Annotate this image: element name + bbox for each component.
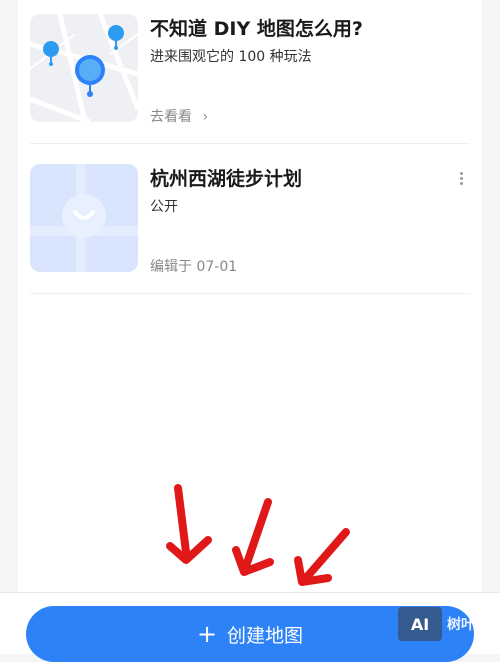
map-visibility: 公开: [150, 199, 178, 215]
guide-subtitle: 进来围观它的 100 种玩法: [150, 49, 312, 65]
guide-link-label: 去看看: [150, 109, 192, 125]
divider: [30, 293, 470, 294]
guide-map-thumbnail: [30, 14, 138, 122]
divider: [30, 143, 470, 144]
more-vertical-icon[interactable]: [454, 170, 468, 190]
walk-pin-icon: [43, 41, 59, 66]
map-title: 杭州西湖徒步计划: [150, 168, 303, 190]
plus-icon: +: [196, 620, 218, 648]
guide-link[interactable]: 去看看 ›: [150, 106, 208, 126]
map-thumbnail: [30, 164, 138, 272]
create-map-label: 创建地图: [227, 624, 304, 647]
watermark-text: 树叶云: [447, 617, 489, 633]
map-card[interactable]: 杭州西湖徒步计划 公开 编辑于 07-01: [30, 164, 476, 284]
guide-card[interactable]: 不知道 DIY 地图怎么用? 进来围观它的 100 种玩法 去看看 ›: [30, 14, 476, 134]
map-edited-date: 编辑于 07-01: [150, 259, 238, 275]
watermark: AI 树叶云: [398, 604, 498, 644]
chevron-right-icon: ›: [202, 109, 209, 125]
map-list-panel: 不知道 DIY 地图怎么用? 进来围观它的 100 种玩法 去看看 › 杭州西湖…: [18, 0, 482, 600]
guide-title: 不知道 DIY 地图怎么用?: [150, 18, 363, 40]
watermark-logo: AI: [398, 607, 442, 641]
